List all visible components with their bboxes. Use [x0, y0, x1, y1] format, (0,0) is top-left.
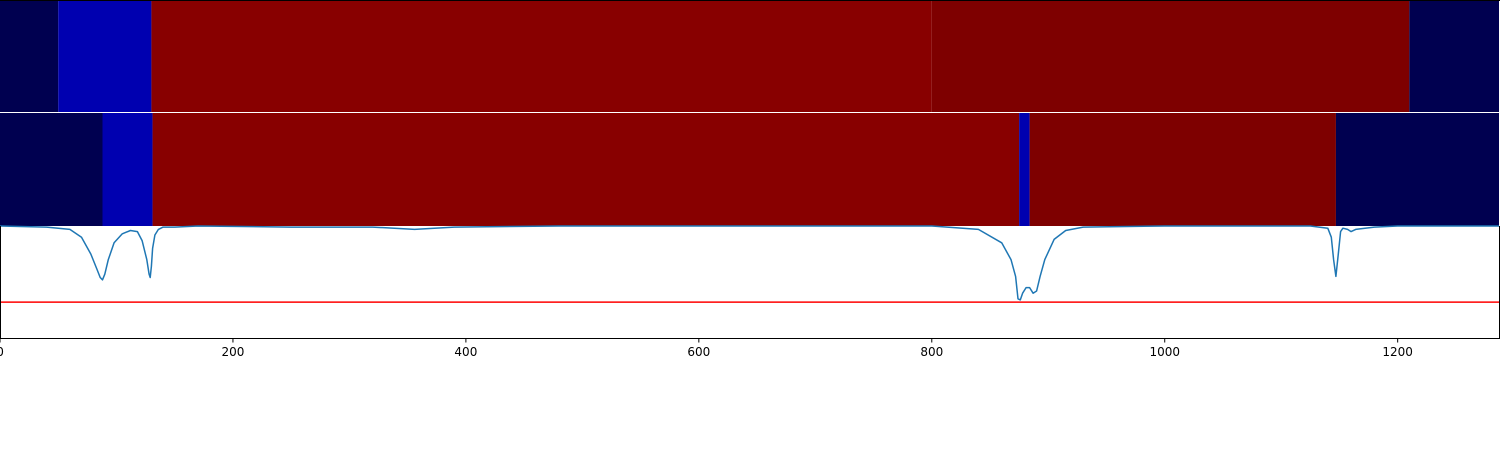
x-tick-label: 1200 [1382, 345, 1413, 359]
heatmap-segment-top-1 [58, 1, 152, 112]
heatmap-segment-middle-4 [1029, 113, 1336, 226]
x-tick-label: 600 [687, 345, 710, 359]
heatmap-segment-middle-1 [102, 113, 153, 226]
heatmap-segment-middle-0 [0, 113, 103, 226]
heatmap-segment-top-3 [931, 1, 1410, 112]
chart-figure: 0 200 400 600 800 1000 1200 [0, 0, 1500, 359]
series-line-0 [0, 225, 1499, 301]
heatmap-segment-middle-2 [152, 113, 1020, 226]
heatmap-panel-middle [0, 113, 1499, 226]
heatmap-segment-top-2 [151, 1, 932, 112]
x-axis: 0 200 400 600 800 1000 1200 [0, 338, 1413, 359]
x-tick-label: 0 [0, 345, 4, 359]
heatmap-panel-top [0, 0, 1500, 112]
heatmap-segment-middle-5 [1335, 113, 1499, 226]
heatmap-segment-middle-3 [1019, 113, 1030, 226]
x-tick-label: 400 [454, 345, 477, 359]
x-tick-label: 800 [920, 345, 943, 359]
x-tick-label: 200 [221, 345, 244, 359]
heatmap-segment-top-0 [0, 1, 59, 112]
heatmap-segment-top-4 [1409, 1, 1499, 112]
x-tick-label: 1000 [1149, 345, 1180, 359]
line-panel-bottom [0, 225, 1500, 339]
